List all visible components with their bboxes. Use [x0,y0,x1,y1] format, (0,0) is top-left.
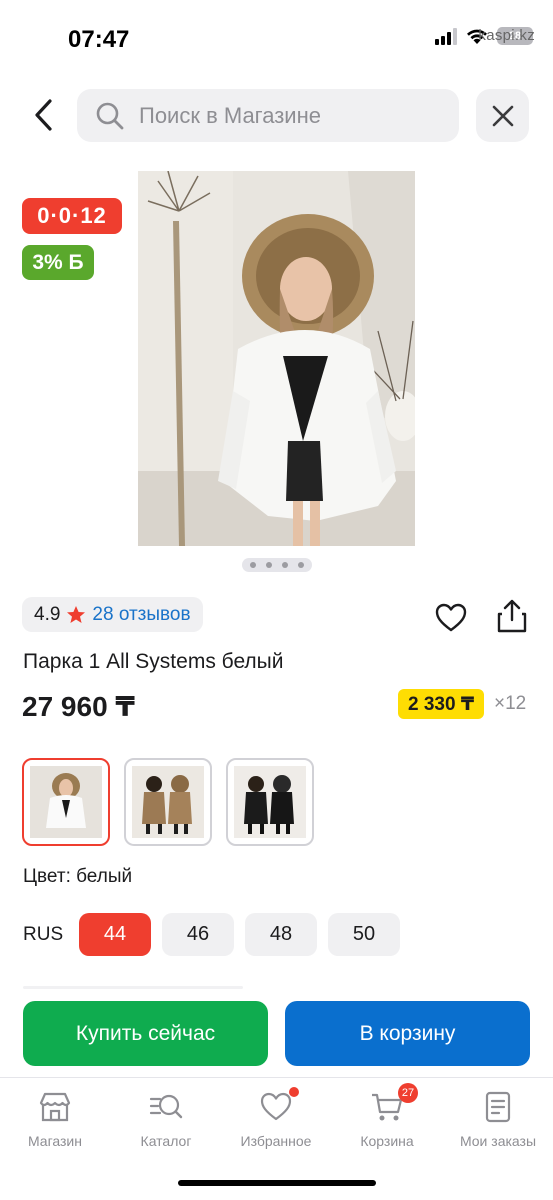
color-label: Цвет: белый [23,866,133,887]
status-bar: 07:47 28 kaspi.kz [0,0,553,80]
back-button[interactable] [26,96,60,134]
heart-icon [435,603,467,632]
tab-cart[interactable]: 27 Корзина [332,1083,442,1149]
cart-icon: 27 [370,1083,418,1124]
store-icon [38,1090,72,1124]
pager-dot [250,562,256,568]
variant-thumbnail-white [30,766,102,838]
variant-thumbnail-black [234,766,306,838]
size-option[interactable]: 48 [245,913,317,956]
color-variant-black[interactable] [226,758,314,846]
search-placeholder: Поиск в Магазине [139,102,321,128]
tab-catalog[interactable]: Каталог [111,1090,221,1149]
reviews-link[interactable]: 28 отзывов [92,604,190,626]
favorite-button[interactable] [434,601,468,635]
notification-dot [289,1087,299,1097]
installment-badge: 0·0·12 [22,198,122,234]
product-photo-image [138,171,415,546]
cellular-signal-icon [435,27,457,45]
pager-dot [282,562,288,568]
variant-thumbnail-beige [132,766,204,838]
tab-store[interactable]: Магазин [0,1090,110,1149]
tab-orders[interactable]: Мои заказы [443,1090,553,1149]
buy-now-button[interactable]: Купить сейчас [23,1001,268,1066]
close-icon [492,105,513,126]
color-variants [22,758,314,846]
close-search-button[interactable] [476,89,529,142]
tab-label: Корзина [360,1133,414,1149]
watermark: kaspi.kz [478,27,535,44]
cart-count-badge: 27 [398,1083,418,1103]
chevron-left-icon [35,99,52,131]
divider [23,986,243,989]
size-option[interactable]: 50 [328,913,400,956]
pager-dot [266,562,272,568]
orders-icon [481,1090,515,1124]
share-button[interactable] [495,598,529,634]
image-pager[interactable] [242,558,312,572]
tab-label: Каталог [140,1133,192,1149]
tab-label: Магазин [27,1133,82,1149]
search-icon [96,102,124,129]
status-time: 07:47 [68,26,130,53]
color-variant-white[interactable] [22,758,110,846]
size-system-label[interactable]: RUS [23,924,63,946]
star-icon [67,605,86,623]
pager-dot [298,562,304,568]
product-price: 27 960 ₸ [22,691,135,722]
bonus-badge: 3% Б [22,245,94,280]
product-photo[interactable] [138,171,415,546]
rating-value: 4.9 [34,603,61,625]
catalog-search-icon [149,1090,183,1124]
share-icon [497,599,527,633]
rating-pill[interactable]: 4.9 28 отзывов [22,597,203,632]
product-title: Парка 1 All Systems белый [23,650,284,673]
size-selector: 44 46 48 50 [79,913,400,956]
search-input[interactable]: Поиск в Магазине [77,89,459,142]
heart-icon [259,1087,299,1124]
add-to-cart-button[interactable]: В корзину [285,1001,530,1066]
size-option[interactable]: 44 [79,913,151,956]
home-indicator [178,1180,376,1186]
monthly-payment-badge[interactable]: 2 330 ₸ [398,689,485,719]
tab-label: Мои заказы [459,1133,537,1149]
color-variant-beige[interactable] [124,758,212,846]
installment-months: ×12 [494,693,527,714]
tab-favorites[interactable]: Избранное [221,1087,331,1149]
tab-label: Избранное [240,1133,312,1149]
size-option[interactable]: 46 [162,913,234,956]
